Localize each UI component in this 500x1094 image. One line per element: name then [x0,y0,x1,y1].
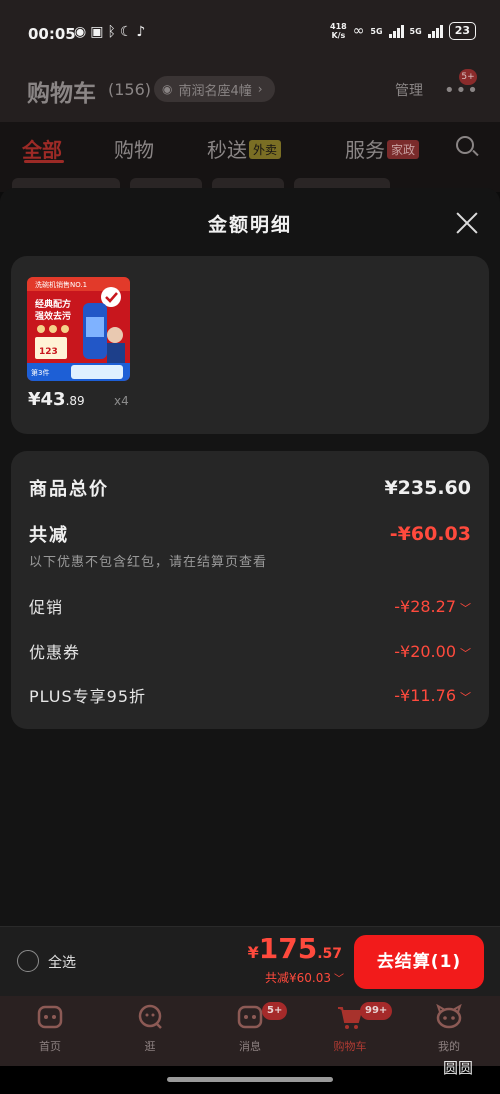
chevron-down-icon: ﹀ [334,974,344,985]
close-icon[interactable] [455,211,479,235]
goods-total-value: ¥235.60 [384,477,471,499]
plus-discount-value: -¥11.76 [394,685,456,705]
plus-discount-label: PLUS专享95折 [29,687,146,706]
battery-icon: 23 [448,22,476,40]
network-speed: 418 K/s [330,22,347,40]
tab-all[interactable]: 全部 [22,134,62,163]
address-text: 南润名座4幢 [178,83,252,99]
promotion-label: 促销 [29,598,64,617]
watermark: 圆圆 [443,1059,474,1077]
promotion-value: -¥28.27 [394,596,456,616]
product-price: ¥43.89 [28,389,85,410]
chevron-down-icon: ﹀ [460,646,471,660]
select-all-checkbox[interactable] [17,950,39,972]
price-summary-card: 商品总价 ¥235.60 共减 -¥60.03 以下优惠不包含红包，请在结算页查… [11,451,489,729]
mute-bell-icon: ♪ [136,24,150,40]
chevron-down-icon: ﹀ [460,690,471,704]
browse-icon [138,1004,162,1029]
goods-total-row: 商品总价 ¥235.60 [29,475,471,501]
nav-cart[interactable]: 购物车 99+ [315,1002,393,1054]
tab-express-label: 秒送 [207,138,247,162]
hotspot-icon: ∞ [352,23,365,39]
eye-icon: ◉ [74,24,91,40]
nfc-icon: ▣ [90,24,108,40]
nav-home[interactable]: 首页 [15,1004,85,1054]
home-indicator[interactable] [167,1077,333,1082]
cart-header: 购物车 (156) ◉ 南润名座4幢 › 管理 ••• 5+ [0,66,500,122]
svg-text:洗碗机销售NO.1: 洗碗机销售NO.1 [35,280,87,289]
svg-text:第3件: 第3件 [31,368,49,377]
chevron-down-icon: ﹀ [460,601,471,615]
status-bar: 00:05 ◉▣ᛒ☾♪ 418 K/s ∞ 5G 5G 23 [0,0,500,66]
nav-mine[interactable]: 我的 [414,1004,484,1054]
nav-messages[interactable]: 消息 5+ [215,1002,288,1054]
signal2-icon [427,24,443,38]
takeout-tag: 外卖 [249,140,282,159]
moon-icon: ☾ [119,24,137,40]
product-card: 洗碗机销售NO.1 经典配方 强效去污 123 第3件 ¥43.89 x4 [11,256,489,434]
total-saved[interactable]: 共减¥60.03 ﹀ [265,969,344,986]
amount-detail-sheet: 金额明细 洗碗机销售NO.1 经典配方 强效去污 123 第3件 ¥43.89 … [0,188,500,926]
goods-total-label: 商品总价 [29,479,109,500]
signal1-label: 5G [370,26,383,36]
tab-active-indicator [24,160,64,163]
tab-shopping[interactable]: 购物 [114,134,154,163]
svg-text:123: 123 [39,347,58,357]
more-badge: 5+ [459,69,477,85]
cart-count: (156) [108,80,152,99]
svg-text:经典配方: 经典配方 [35,298,71,310]
profile-icon [436,1004,462,1029]
signal1-icon [388,24,404,38]
coupon-label: 优惠券 [29,643,81,662]
signal2-label: 5G [409,26,422,36]
promotion-row[interactable]: 促销 -¥28.27 ﹀ [29,594,471,618]
status-icons-right: 418 K/s ∞ 5G 5G 23 [330,22,476,40]
eye-icon: ◉ [162,82,173,96]
message-icon [237,1005,263,1029]
coupon-row[interactable]: 优惠券 -¥20.00 ﹀ [29,639,471,663]
search-icon[interactable] [456,136,474,154]
total-price: ¥175.57 [247,932,342,965]
tab-service-label: 服务 [345,138,385,162]
svg-text:强效去污: 强效去污 [35,310,71,322]
reduction-value: -¥60.03 [389,523,471,545]
sheet-title: 金额明细 [207,214,292,236]
discount-note: 以下优惠不包含红包，请在结算页查看 [29,555,268,570]
page-title: 购物车 [27,81,96,107]
housekeeping-tag: 家政 [387,140,420,159]
product-quantity: x4 [114,394,129,408]
checkout-button[interactable]: 去结算(1) [354,935,484,989]
coupon-value: -¥20.00 [394,641,456,661]
manage-button[interactable]: 管理 [395,80,423,100]
address-selector[interactable]: ◉ 南润名座4幢 › [154,76,275,102]
checkout-bar: 全选 ¥175.57 共减¥60.03 ﹀ 去结算(1) [0,926,500,996]
plus-discount-row[interactable]: PLUS专享95折 -¥11.76 ﹀ [29,683,471,707]
status-time: 00:05 [28,25,76,43]
home-icon [37,1005,63,1029]
tab-service[interactable]: 服务 家政 [345,134,420,163]
messages-badge: 5+ [262,1002,288,1020]
reduction-row: 共减 -¥60.03 [29,521,471,547]
bottom-nav: 首页 逛 消息 5+ 购物车 99+ 我的 [0,996,500,1066]
status-icons-left: ◉▣ᛒ☾♪ [74,24,149,40]
bluetooth-icon: ᛒ [107,24,120,40]
reduction-label: 共减 [29,525,69,546]
category-tabs: 全部 购物 秒送 外卖 服务 家政 [0,122,500,192]
select-all-label[interactable]: 全选 [48,952,76,972]
tab-express[interactable]: 秒送 外卖 [207,134,282,163]
nav-browse[interactable]: 逛 [115,1004,185,1054]
cart-badge: 99+ [360,1002,393,1020]
product-image[interactable]: 洗碗机销售NO.1 经典配方 强效去污 123 第3件 [27,277,130,381]
chevron-right-icon: › [257,82,263,96]
